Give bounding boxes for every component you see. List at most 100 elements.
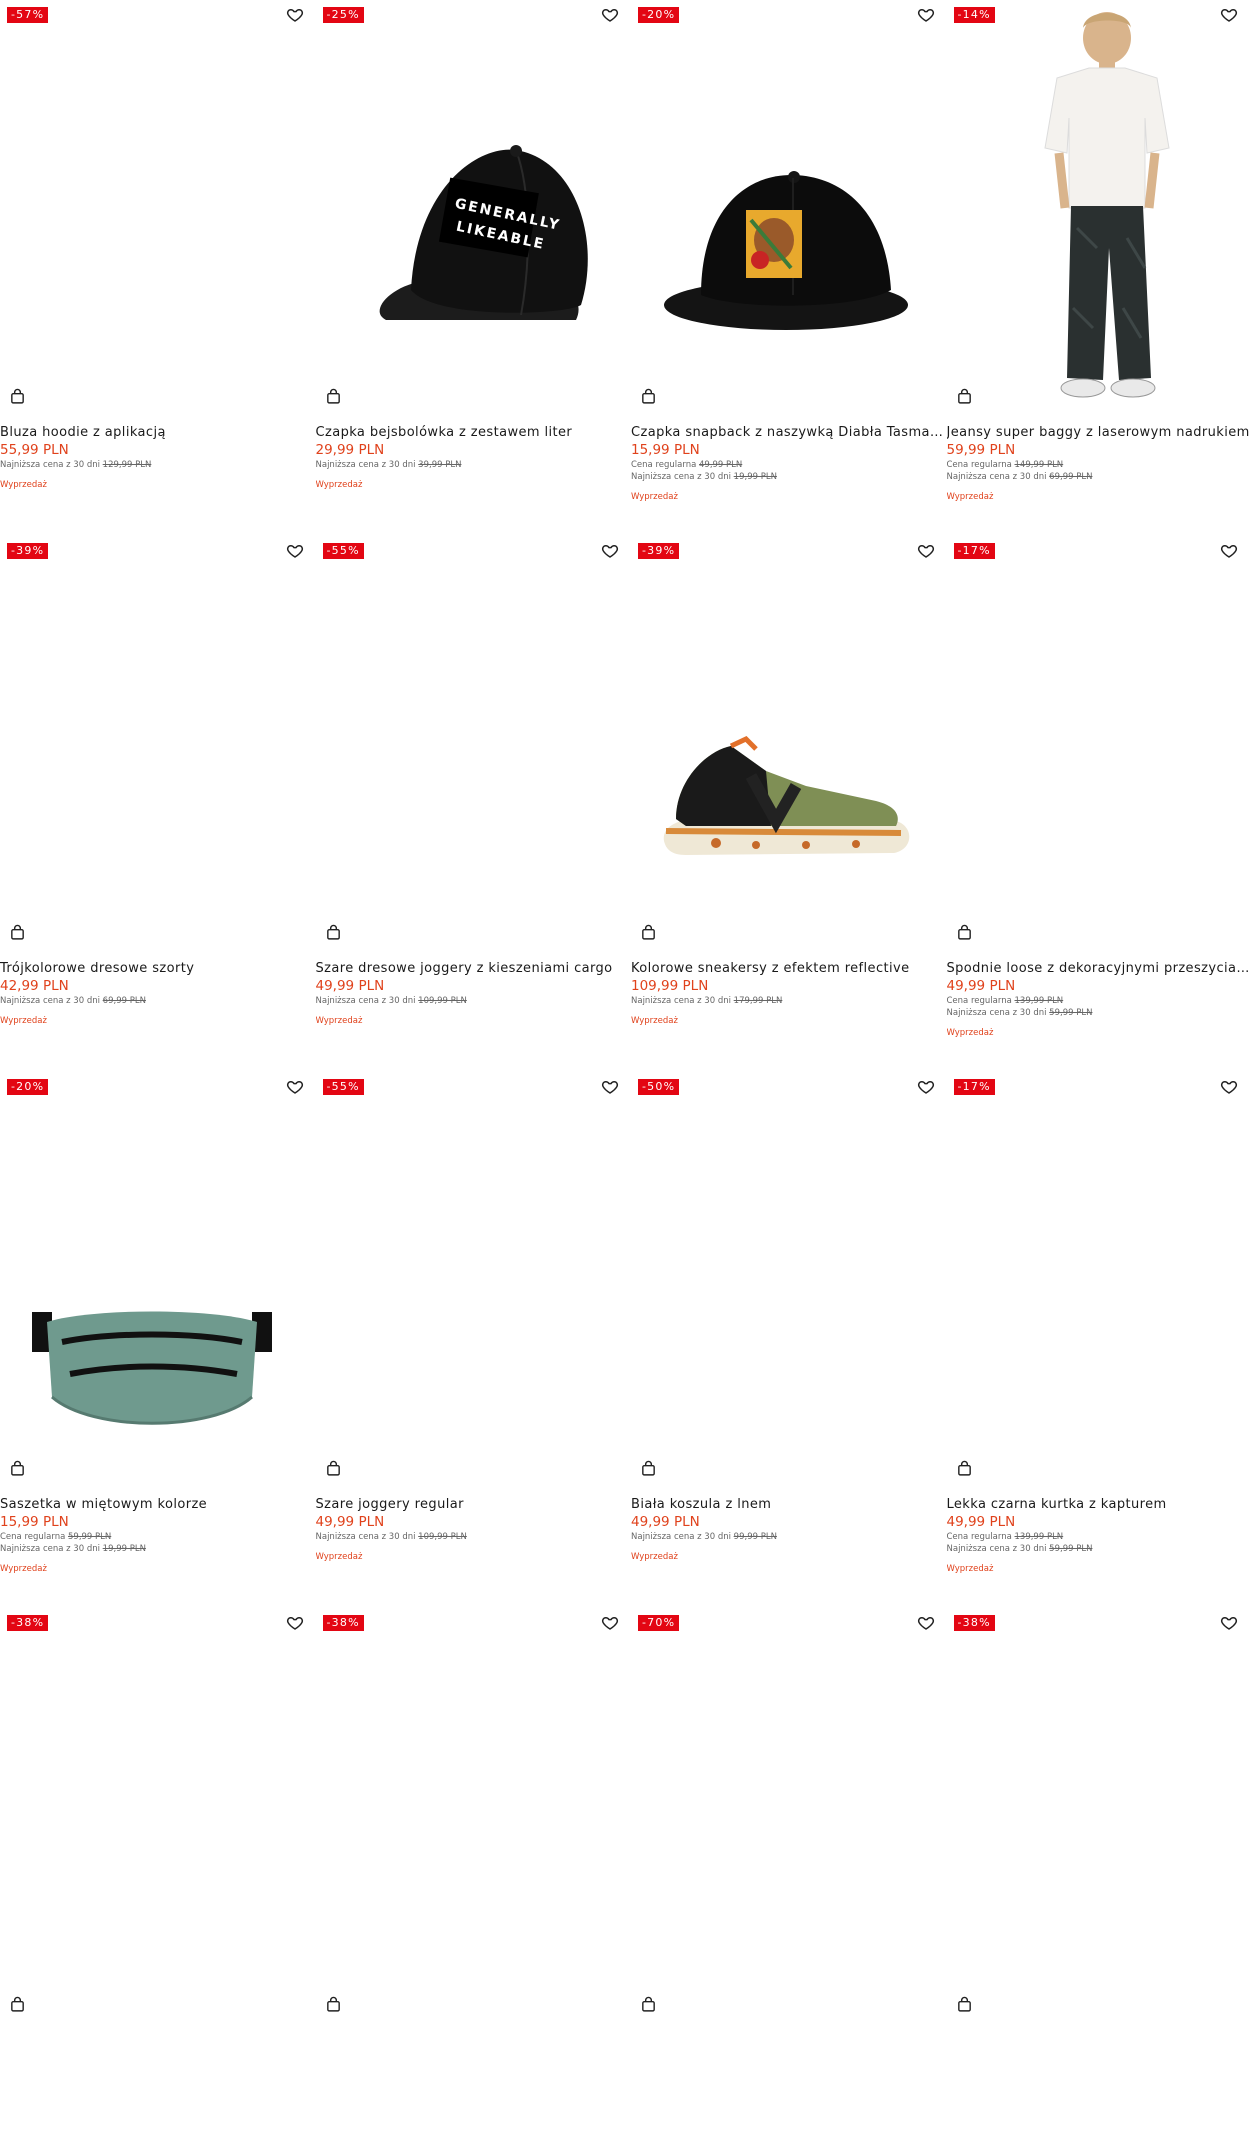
- product-image-area[interactable]: [0, 1608, 316, 2016]
- product-info: Czapka snapback z naszywką Diabła Tasmań…: [631, 424, 947, 503]
- shopping-bag-icon[interactable]: [640, 924, 657, 941]
- product-image-area[interactable]: [947, 536, 1250, 944]
- heart-icon[interactable]: [917, 542, 935, 560]
- heart-icon[interactable]: [1220, 542, 1238, 560]
- product-card[interactable]: -20%Saszetka w miętowym kolorze15,99 PLN…: [0, 1072, 316, 1608]
- shopping-bag-icon[interactable]: [9, 1460, 26, 1477]
- product-name[interactable]: Trójkolorowe dresowe szorty: [0, 960, 316, 977]
- product-image-area[interactable]: [0, 0, 316, 408]
- product-card[interactable]: -55%Szare joggery regular49,99 PLNNajniż…: [316, 1072, 632, 1608]
- product-card[interactable]: GENERALLY LIKEABLE -25%Czapka bejsbolówk…: [316, 0, 632, 536]
- product-image-area[interactable]: [0, 1072, 316, 1480]
- product-image-area[interactable]: [0, 536, 316, 944]
- shopping-bag-icon[interactable]: [640, 1460, 657, 1477]
- heart-icon[interactable]: [601, 542, 619, 560]
- shopping-bag-icon[interactable]: [956, 388, 973, 405]
- discount-badge: -38%: [323, 1615, 364, 1631]
- shopping-bag-icon[interactable]: [9, 1996, 26, 2013]
- lowest-price-row: Najniższa cena z 30 dni 19,99 PLN: [0, 1543, 316, 1555]
- heart-icon[interactable]: [601, 1078, 619, 1096]
- product-price: 42,99 PLN: [0, 978, 316, 995]
- product-name[interactable]: Kolorowe sneakersy z efektem reflective: [631, 960, 947, 977]
- product-name[interactable]: Bluza hoodie z aplikacją: [0, 424, 316, 441]
- heart-icon[interactable]: [286, 1614, 304, 1632]
- shopping-bag-icon[interactable]: [640, 1996, 657, 2013]
- heart-icon[interactable]: [917, 1078, 935, 1096]
- product-card[interactable]: -20%Czapka snapback z naszywką Diabła Ta…: [631, 0, 947, 536]
- product-image-area[interactable]: [316, 1608, 632, 2016]
- product-card[interactable]: -39%Kolorowe sneakersy z efektem reflect…: [631, 536, 947, 1072]
- sale-label: Wyprzedaż: [0, 479, 316, 491]
- product-card[interactable]: -57%Bluza hoodie z aplikacją55,99 PLNNaj…: [0, 0, 316, 536]
- shopping-bag-icon[interactable]: [325, 1996, 342, 2013]
- heart-icon[interactable]: [286, 6, 304, 24]
- heart-icon[interactable]: [917, 6, 935, 24]
- shopping-bag-icon[interactable]: [325, 1460, 342, 1477]
- product-image-area[interactable]: [631, 0, 947, 408]
- heart-icon[interactable]: [601, 1614, 619, 1632]
- lowest-price: 109,99 PLN: [418, 1532, 467, 1542]
- heart-icon[interactable]: [286, 1078, 304, 1096]
- product-image-area[interactable]: [947, 0, 1250, 408]
- product-price: 15,99 PLN: [0, 1514, 316, 1531]
- product-card[interactable]: -14%Jeansy super baggy z laserowym nadru…: [947, 0, 1250, 536]
- product-image-area[interactable]: [316, 1072, 632, 1480]
- shopping-bag-icon[interactable]: [9, 388, 26, 405]
- product-name[interactable]: Lekka czarna kurtka z kapturem: [947, 1496, 1250, 1513]
- shopping-bag-icon[interactable]: [640, 388, 657, 405]
- heart-icon[interactable]: [1220, 1614, 1238, 1632]
- product-card[interactable]: -55%Szare dresowe joggery z kieszeniami …: [316, 536, 632, 1072]
- discount-badge: -57%: [7, 7, 48, 23]
- product-info: Jeansy super baggy z laserowym nadrukiem…: [947, 424, 1250, 503]
- product-name[interactable]: Czapka bejsbolówka z zestawem liter: [316, 424, 632, 441]
- product-image-area[interactable]: GENERALLY LIKEABLE: [316, 0, 632, 408]
- product-info: Spodnie loose z dekoracyjnymi przeszycia…: [947, 960, 1250, 1039]
- lowest-price-label: Najniższa cena z 30 dni: [947, 1008, 1047, 1018]
- product-image-area[interactable]: [316, 536, 632, 944]
- heart-icon[interactable]: [601, 6, 619, 24]
- sale-label: Wyprzedaż: [631, 1015, 947, 1027]
- lowest-price-label: Najniższa cena z 30 dni: [316, 1532, 416, 1542]
- product-price: 49,99 PLN: [631, 1514, 947, 1531]
- product-info: Szare joggery regular49,99 PLNNajniższa …: [316, 1496, 632, 1563]
- product-name[interactable]: Czapka snapback z naszywką Diabła Tasmań…: [631, 424, 947, 441]
- regular-price-row: Cena regularna 139,99 PLN: [947, 995, 1250, 1007]
- regular-price-label: Cena regularna: [947, 460, 1012, 470]
- product-card[interactable]: -39%Trójkolorowe dresowe szorty42,99 PLN…: [0, 536, 316, 1072]
- shopping-bag-icon[interactable]: [9, 924, 26, 941]
- shopping-bag-icon[interactable]: [956, 924, 973, 941]
- lowest-price-label: Najniższa cena z 30 dni: [947, 1544, 1047, 1554]
- product-name[interactable]: Szare joggery regular: [316, 1496, 632, 1513]
- sale-label: Wyprzedaż: [0, 1015, 316, 1027]
- product-image-area[interactable]: [947, 1608, 1250, 2016]
- product-image-area[interactable]: [631, 1072, 947, 1480]
- product-card[interactable]: -17%Lekka czarna kurtka z kapturem49,99 …: [947, 1072, 1250, 1608]
- shopping-bag-icon[interactable]: [956, 1460, 973, 1477]
- product-name[interactable]: Jeansy super baggy z laserowym nadrukiem: [947, 424, 1250, 441]
- lowest-price-label: Najniższa cena z 30 dni: [0, 1544, 100, 1554]
- product-image-area[interactable]: [631, 1608, 947, 2016]
- product-card[interactable]: -38%: [316, 1608, 632, 2144]
- product-price: 59,99 PLN: [947, 442, 1250, 459]
- shopping-bag-icon[interactable]: [956, 1996, 973, 2013]
- product-image-area[interactable]: [631, 536, 947, 944]
- product-card[interactable]: -17%Spodnie loose z dekoracyjnymi przesz…: [947, 536, 1250, 1072]
- shopping-bag-icon[interactable]: [325, 924, 342, 941]
- product-name[interactable]: Szare dresowe joggery z kieszeniami carg…: [316, 960, 632, 977]
- heart-icon[interactable]: [917, 1614, 935, 1632]
- product-image-area[interactable]: [947, 1072, 1250, 1480]
- product-name[interactable]: Biała koszula z lnem: [631, 1496, 947, 1513]
- product-info: Biała koszula z lnem49,99 PLNNajniższa c…: [631, 1496, 947, 1563]
- product-card[interactable]: -70%: [631, 1608, 947, 2144]
- product-card[interactable]: -38%: [0, 1608, 316, 2144]
- shopping-bag-icon[interactable]: [325, 388, 342, 405]
- lowest-price: 179,99 PLN: [734, 996, 783, 1006]
- heart-icon[interactable]: [1220, 1078, 1238, 1096]
- heart-icon[interactable]: [1220, 6, 1238, 24]
- discount-badge: -38%: [954, 1615, 995, 1631]
- product-card[interactable]: -38%: [947, 1608, 1250, 2144]
- product-name[interactable]: Saszetka w miętowym kolorze: [0, 1496, 316, 1513]
- product-name[interactable]: Spodnie loose z dekoracyjnymi przeszycia…: [947, 960, 1250, 977]
- heart-icon[interactable]: [286, 542, 304, 560]
- product-card[interactable]: -50%Biała koszula z lnem49,99 PLNNajniżs…: [631, 1072, 947, 1608]
